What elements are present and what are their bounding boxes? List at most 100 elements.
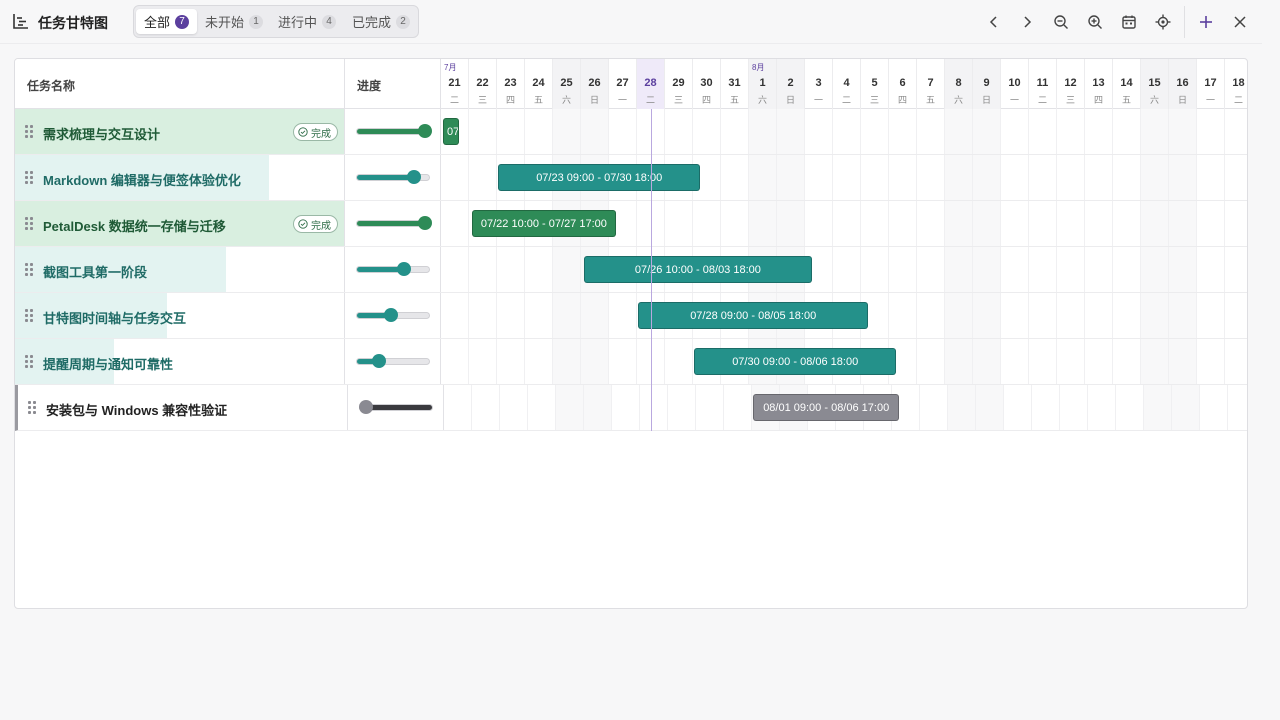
task-name: 安装包与 Windows 兼容性验证 bbox=[46, 403, 228, 418]
task-timeline-row: 07/26 10:00 - 08/03 18:00 bbox=[441, 247, 1247, 292]
task-bar[interactable]: 07/30 09:00 - 08/06 18:00 bbox=[694, 348, 896, 375]
close-icon bbox=[1234, 16, 1246, 28]
task-row[interactable]: 截图工具第一阶段 07/26 10:00 - 08/03 18:00 bbox=[15, 247, 1247, 293]
task-row[interactable]: Markdown 编辑器与便签体验优化 07/23 09:00 - 07/30 1… bbox=[15, 155, 1247, 201]
timeline-day: 2日 bbox=[777, 59, 805, 109]
progress-slider-handle[interactable] bbox=[418, 216, 432, 230]
progress-slider[interactable] bbox=[356, 124, 432, 138]
drag-handle-icon[interactable] bbox=[25, 309, 35, 322]
timeline-cell bbox=[1169, 201, 1197, 246]
task-name-cell[interactable]: 提醒周期与通知可靠性 bbox=[15, 339, 345, 384]
close-button[interactable] bbox=[1228, 10, 1252, 34]
drag-handle-icon[interactable] bbox=[25, 125, 35, 138]
weekday-label: 日 bbox=[981, 95, 991, 105]
weekday-label: 五 bbox=[925, 95, 935, 105]
timeline-cell bbox=[472, 385, 500, 430]
filter-tab-not-started[interactable]: 未开始 1 bbox=[197, 9, 271, 34]
task-row[interactable]: PetalDesk 数据统一存储与迁移 完成 07/22 10:00 - 07/27… bbox=[15, 201, 1247, 247]
timeline-cell bbox=[1060, 385, 1088, 430]
weekday-label: 五 bbox=[533, 95, 543, 105]
task-name-cell[interactable]: PetalDesk 数据统一存储与迁移 完成 bbox=[15, 201, 345, 246]
drag-handle-icon[interactable] bbox=[25, 217, 35, 230]
task-name-cell[interactable]: 安装包与 Windows 兼容性验证 bbox=[18, 385, 348, 430]
task-row[interactable]: 安装包与 Windows 兼容性验证 08/01 09:00 - 08/06 17… bbox=[15, 385, 1247, 431]
timeline-day: 7月 21 二 bbox=[441, 59, 469, 109]
timeline-cell bbox=[1197, 109, 1225, 154]
timeline-cell bbox=[1197, 247, 1225, 292]
locate-today-icon bbox=[1155, 14, 1171, 30]
zoom-out-button[interactable] bbox=[1049, 10, 1073, 34]
task-name: Markdown 编辑器与便签体验优化 bbox=[43, 173, 241, 188]
timeline-cell bbox=[805, 201, 833, 246]
timeline-cell bbox=[721, 109, 749, 154]
progress-slider[interactable] bbox=[356, 262, 430, 276]
progress-slider[interactable] bbox=[356, 354, 430, 368]
task-bar[interactable]: 07/22 10:00 - 07/27 17:00 bbox=[471, 210, 616, 237]
progress-slider-handle[interactable] bbox=[359, 400, 373, 414]
task-row[interactable]: 需求梳理与交互设计 完成 07/20 09:00 - 07/21 18:00 bbox=[15, 109, 1247, 155]
previous-button[interactable] bbox=[982, 10, 1006, 34]
filter-tab-in-progress[interactable]: 进行中 4 bbox=[270, 9, 344, 34]
task-name-header-label: 任务名称 bbox=[27, 79, 76, 93]
task-name-cell[interactable]: 甘特图时间轴与任务交互 bbox=[15, 293, 345, 338]
next-button[interactable] bbox=[1015, 10, 1039, 34]
task-row[interactable]: 甘特图时间轴与任务交互 07/28 09:00 - 08/05 18:00 bbox=[15, 293, 1247, 339]
drag-handle-icon[interactable] bbox=[25, 355, 35, 368]
task-row[interactable]: 提醒周期与通知可靠性 07/30 09:00 - 08/06 18:00 bbox=[15, 339, 1247, 385]
progress-slider-handle[interactable] bbox=[406, 170, 421, 184]
task-bar[interactable]: 07/28 09:00 - 08/05 18:00 bbox=[638, 302, 868, 329]
weekday-label: 二 bbox=[1037, 95, 1047, 105]
progress-slider-handle[interactable] bbox=[384, 308, 399, 322]
timeline-day: 29 三 bbox=[665, 59, 693, 109]
task-bar[interactable]: 07/23 09:00 - 07/30 18:00 bbox=[498, 164, 700, 191]
timeline-cell bbox=[640, 385, 668, 430]
timeline-cell bbox=[945, 155, 973, 200]
task-name: 提醒周期与通知可靠性 bbox=[43, 357, 174, 372]
task-bar[interactable]: 07/26 10:00 - 08/03 18:00 bbox=[583, 256, 812, 283]
calendar-button[interactable] bbox=[1117, 10, 1141, 34]
day-number: 8 bbox=[955, 77, 962, 89]
page-title: 任务甘特图 bbox=[38, 15, 108, 31]
task-bar[interactable]: 08/01 09:00 - 08/06 17:00 bbox=[753, 394, 899, 421]
weekday-label: 四 bbox=[505, 95, 515, 105]
timeline-cell bbox=[920, 385, 948, 430]
task-name-cell[interactable]: Markdown 编辑器与便签体验优化 bbox=[15, 155, 345, 200]
timeline-day: 8月 1 六 bbox=[749, 59, 777, 109]
drag-handle-icon[interactable] bbox=[28, 401, 38, 414]
weekday-label: 二 bbox=[1233, 95, 1243, 105]
task-bar[interactable]: 07/20 09:00 - 07/21 18:00 bbox=[443, 118, 460, 145]
drag-handle-icon[interactable] bbox=[25, 263, 35, 276]
weekday-label: 二 bbox=[841, 95, 851, 105]
progress-slider[interactable] bbox=[356, 170, 430, 184]
progress-slider[interactable] bbox=[356, 308, 430, 322]
timeline-cell bbox=[833, 247, 861, 292]
task-name-cell[interactable]: 截图工具第一阶段 bbox=[15, 247, 345, 292]
progress-slider-handle[interactable] bbox=[397, 262, 412, 276]
timeline-cell bbox=[973, 293, 1001, 338]
timeline-cell bbox=[917, 155, 945, 200]
timeline-cell bbox=[721, 155, 749, 200]
month-label: 7月 bbox=[444, 63, 457, 72]
timeline-cell bbox=[528, 385, 556, 430]
progress-cell bbox=[345, 109, 441, 154]
timeline-cell bbox=[721, 201, 749, 246]
zoom-in-button[interactable] bbox=[1083, 10, 1107, 34]
filter-tab-completed[interactable]: 已完成 2 bbox=[344, 9, 418, 34]
timeline-cell bbox=[777, 155, 805, 200]
weekday-label: 一 bbox=[813, 95, 823, 105]
drag-handle-icon[interactable] bbox=[25, 171, 35, 184]
timeline-cell bbox=[1032, 385, 1060, 430]
progress-slider-handle[interactable] bbox=[372, 354, 387, 368]
timeline-cell bbox=[693, 109, 721, 154]
progress-slider-handle[interactable] bbox=[418, 124, 432, 138]
timeline-cell bbox=[1113, 247, 1141, 292]
task-name: 需求梳理与交互设计 bbox=[43, 127, 161, 142]
progress-slider[interactable] bbox=[359, 400, 433, 414]
filter-tab-all[interactable]: 全部 7 bbox=[136, 9, 198, 34]
day-number: 9 bbox=[983, 77, 990, 89]
timeline-cell bbox=[497, 247, 525, 292]
progress-slider[interactable] bbox=[356, 216, 432, 230]
locate-today-button[interactable] bbox=[1151, 10, 1175, 34]
add-task-button[interactable] bbox=[1194, 10, 1218, 34]
task-name-cell[interactable]: 需求梳理与交互设计 完成 bbox=[15, 109, 345, 154]
